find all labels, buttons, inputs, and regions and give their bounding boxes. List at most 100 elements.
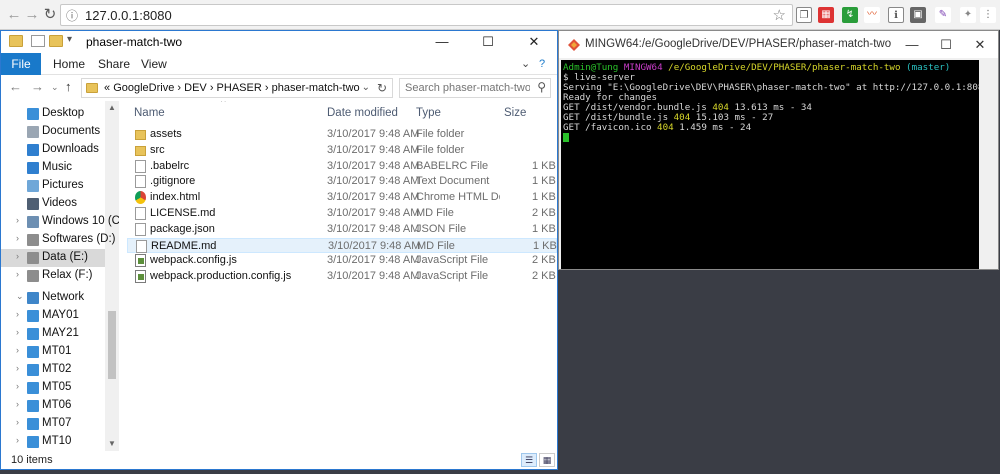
sidebar-item[interactable]: › MT05 — [1, 379, 105, 397]
minimize-button[interactable]: — — [419, 31, 465, 53]
sidebar-item[interactable]: › MT07 — [1, 415, 105, 433]
file-row[interactable]: package.json 3/10/2017 9:48 AM JSON File 1 … — [127, 222, 557, 238]
sidebar-item[interactable]: › Softwares (D:) — [1, 231, 116, 249]
expand-arrow-icon[interactable]: › — [16, 215, 19, 225]
ribbon-tab-home[interactable]: Home — [53, 53, 85, 75]
omnibox[interactable]: ⓘ 127.0.0.1:8080 ☆ — [60, 4, 793, 26]
properties-icon[interactable] — [31, 35, 45, 47]
extension-puzzle-icon[interactable]: ✦ — [960, 7, 976, 23]
ribbon-tab-share[interactable]: Share — [98, 53, 130, 75]
details-view-icon[interactable]: ☰ — [521, 453, 537, 467]
address-bar[interactable]: « GoogleDrive › DEV › PHASER › phaser-ma… — [81, 78, 393, 98]
ribbon-tab-view[interactable]: View — [141, 53, 167, 75]
file-row[interactable]: webpack.production.config.js 3/10/2017 9:… — [127, 269, 557, 285]
up-arrow-icon[interactable]: ↑ — [65, 79, 72, 94]
sidebar-item[interactable]: Videos — [1, 195, 105, 213]
nav-scrollbar[interactable]: ▲ ▼ — [105, 101, 119, 451]
extension-red-icon[interactable]: ▦ — [818, 7, 834, 23]
sidebar-item[interactable]: › Relax (F:) — [1, 267, 105, 285]
reload-icon[interactable]: ↻ — [40, 5, 60, 25]
star-icon[interactable]: ☆ — [773, 6, 786, 24]
forward-arrow-icon[interactable]: → — [31, 79, 44, 94]
refresh-icon[interactable]: ↻ — [377, 81, 387, 95]
info-icon[interactable]: ⓘ — [66, 7, 78, 24]
file-row[interactable]: assets 3/10/2017 9:48 AM File folder — [127, 127, 557, 143]
extension-info-icon[interactable]: ℹ — [888, 7, 904, 23]
file-row[interactable]: webpack.config.js 3/10/2017 9:48 AM JavaSc… — [127, 253, 557, 269]
file-row[interactable]: src 3/10/2017 9:48 AM File folder — [127, 143, 557, 159]
breadcrumb-dev[interactable]: DEV — [184, 82, 207, 94]
terminal-close-button[interactable]: ✕ — [963, 31, 997, 58]
search-box[interactable]: ⚲ — [399, 78, 551, 98]
breadcrumb[interactable]: « GoogleDrive › DEV › PHASER › phaser-ma… — [104, 82, 360, 94]
sidebar-item[interactable]: Downloads — [1, 141, 105, 159]
column-header-size[interactable]: Size — [504, 101, 526, 125]
breadcrumb-phaser-match-two[interactable]: phaser-match-two — [272, 82, 360, 94]
ribbon-file-tab[interactable]: File — [1, 53, 41, 75]
chevron-down-icon[interactable]: ⌄ — [362, 82, 370, 93]
expand-arrow-icon[interactable]: › — [16, 251, 19, 261]
breadcrumb-googledrive[interactable]: GoogleDrive — [113, 82, 174, 94]
column-header-date[interactable]: Date modified — [327, 101, 398, 125]
search-input[interactable] — [405, 81, 530, 95]
breadcrumb-phaser[interactable]: PHASER — [217, 82, 262, 94]
expand-arrow-icon[interactable]: › — [16, 233, 19, 243]
help-icon[interactable]: ? — [539, 53, 545, 75]
sidebar-item[interactable]: › MT02 — [1, 361, 105, 379]
sidebar-item[interactable]: › MT06 — [1, 397, 105, 415]
expand-arrow-icon[interactable]: › — [16, 269, 19, 279]
nav-scrollbar-thumb[interactable] — [108, 311, 116, 379]
terminal-maximize-button[interactable]: ☐ — [929, 31, 963, 58]
file-row[interactable]: index.html 3/10/2017 9:48 AM Chrome HTML D… — [127, 190, 557, 206]
expand-arrow-icon[interactable]: › — [16, 363, 19, 373]
extension-eyedropper-icon[interactable]: ✎ — [935, 7, 951, 23]
omnibox-url[interactable]: 127.0.0.1:8080 — [85, 8, 172, 23]
extension-green-icon[interactable]: ↯ — [842, 7, 858, 23]
terminal-minimize-button[interactable]: — — [895, 31, 929, 58]
new-folder-icon[interactable] — [49, 35, 63, 47]
expand-arrow-icon[interactable]: › — [16, 327, 19, 337]
menu-icon[interactable]: ⋮ — [980, 7, 996, 23]
scroll-down-icon[interactable]: ▼ — [108, 439, 116, 448]
scroll-up-icon[interactable]: ▲ — [108, 103, 116, 112]
recent-dropdown-icon[interactable]: ⌄ — [51, 82, 59, 93]
back-arrow-icon[interactable]: ← — [9, 79, 22, 94]
sidebar-item[interactable]: Pictures — [1, 177, 105, 195]
breadcrumb-overflow[interactable]: « — [104, 82, 110, 94]
expand-arrow-icon[interactable]: › — [16, 345, 19, 355]
search-icon[interactable]: ⚲ — [537, 80, 546, 94]
sidebar-item[interactable]: › Data (E:) — [1, 249, 105, 267]
extension-dark-icon[interactable]: ▣ — [910, 7, 926, 23]
terminal-scrollbar[interactable] — [979, 60, 996, 269]
expand-arrow-icon[interactable]: › — [16, 309, 19, 319]
sidebar-item[interactable]: Documents — [1, 123, 105, 141]
expand-arrow-icon[interactable]: › — [16, 435, 19, 445]
sidebar-item[interactable]: › Windows 10 (C:) — [1, 213, 119, 231]
chevron-down-icon[interactable]: ⌄ — [521, 53, 530, 75]
back-arrow-icon[interactable]: ← — [4, 5, 24, 25]
sidebar-item[interactable]: Desktop — [1, 105, 105, 123]
sidebar-item[interactable]: ⌄ Network — [1, 289, 105, 307]
sidebar-item[interactable]: Music — [1, 159, 105, 177]
quick-access-dropdown-icon[interactable]: ▾ — [67, 34, 72, 45]
file-row[interactable]: README.md 3/10/2017 9:48 AM MD File 1 KB — [127, 237, 557, 254]
expand-arrow-icon[interactable]: › — [16, 381, 19, 391]
close-button[interactable]: ✕ — [511, 31, 557, 53]
sidebar-item[interactable]: › MT10 — [1, 433, 105, 451]
forward-arrow-icon[interactable]: → — [22, 5, 42, 25]
expand-arrow-icon[interactable]: ⌄ — [16, 291, 24, 302]
maximize-button[interactable]: ☐ — [465, 31, 511, 53]
file-row[interactable]: .gitignore 3/10/2017 9:48 AM Text Document… — [127, 174, 557, 190]
extension-wave-icon[interactable]: 〰 — [864, 7, 880, 23]
sidebar-item[interactable]: › MAY21 — [1, 325, 105, 343]
file-row[interactable]: .babelrc 3/10/2017 9:48 AM BABELRC File 1 K… — [127, 159, 557, 175]
expand-arrow-icon[interactable]: › — [16, 417, 19, 427]
extension-copy-icon[interactable]: ❐ — [796, 7, 812, 23]
column-header-name[interactable]: Name — [134, 101, 165, 125]
large-icons-view-icon[interactable]: ▦ — [539, 453, 555, 467]
column-header-type[interactable]: Type — [416, 101, 441, 125]
file-row[interactable]: LICENSE.md 3/10/2017 9:48 AM MD File 2 KB — [127, 206, 557, 222]
sidebar-item[interactable]: › MAY01 — [1, 307, 105, 325]
sidebar-item[interactable]: › MT01 — [1, 343, 105, 361]
expand-arrow-icon[interactable]: › — [16, 399, 19, 409]
